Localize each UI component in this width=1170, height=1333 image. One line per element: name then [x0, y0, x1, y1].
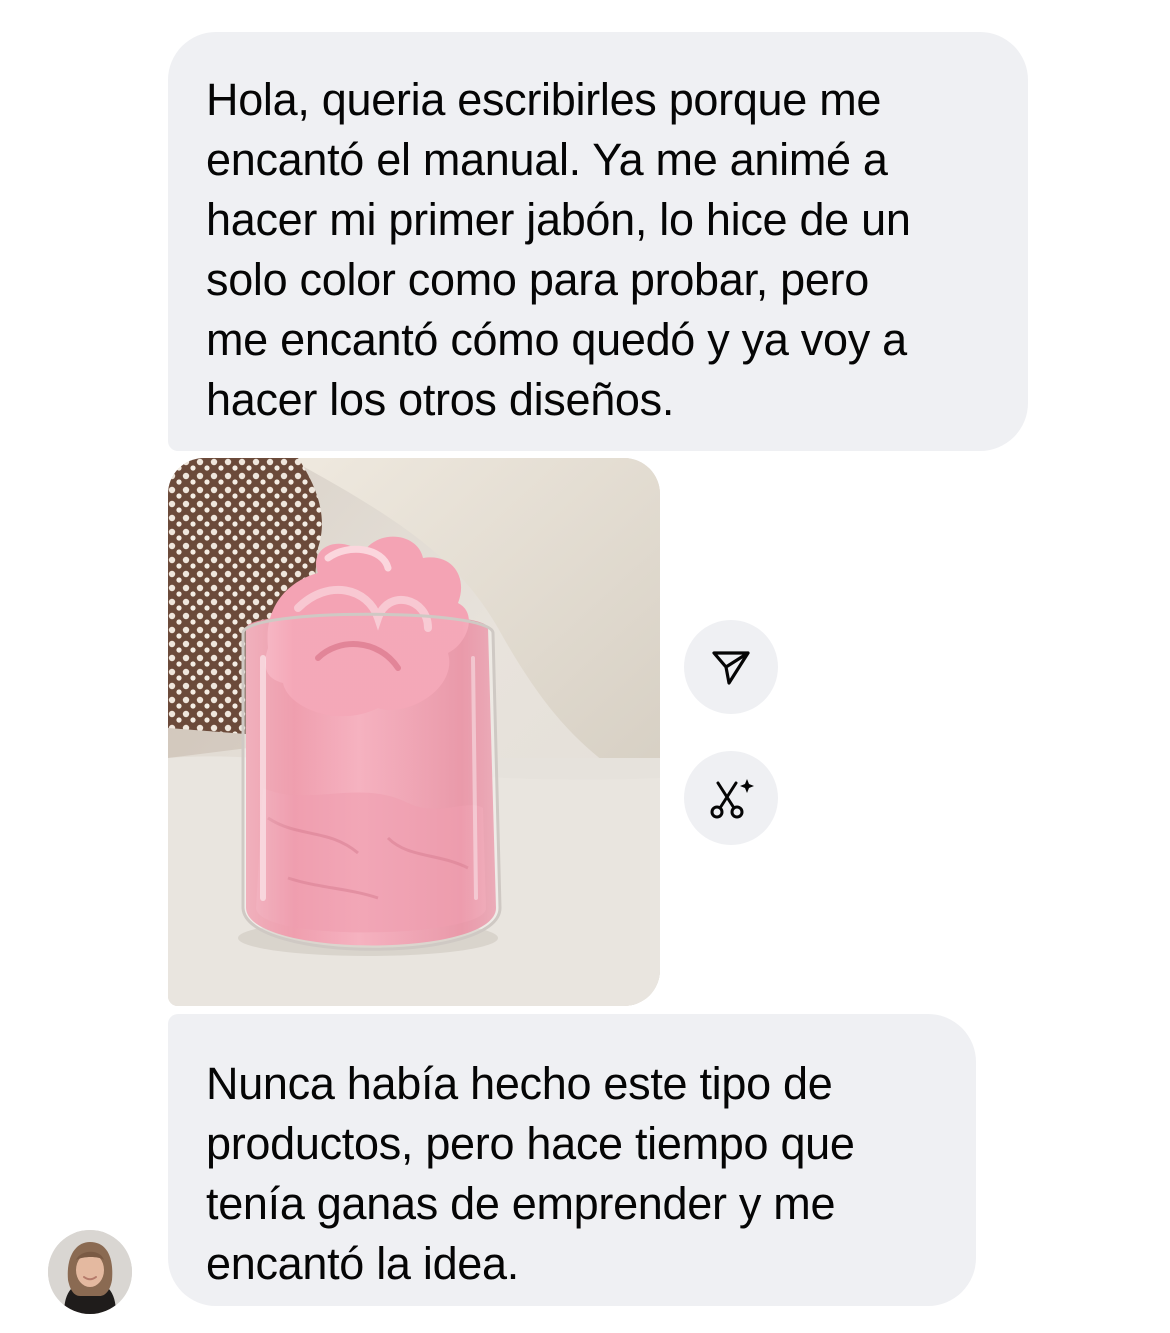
paper-plane-icon — [712, 651, 750, 685]
scissors-sparkle-icon — [710, 779, 754, 819]
soap-jar-photo — [168, 458, 660, 1006]
sender-avatar[interactable] — [48, 1230, 132, 1314]
cutout-button[interactable] — [684, 751, 778, 845]
message-bubble-1[interactable]: Hola, queria escribirles porque me encan… — [168, 32, 1028, 451]
share-button[interactable] — [684, 620, 778, 714]
message-bubble-2[interactable]: Nunca había hecho este tipo de productos… — [168, 1014, 976, 1306]
message-line: solo color como para probar, pero — [206, 254, 869, 305]
avatar-photo — [48, 1230, 132, 1314]
message-line: Nunca había hecho este tipo de — [206, 1058, 833, 1109]
message-line: encantó el manual. Ya me animé a — [206, 134, 888, 185]
message-line: me encantó cómo quedó y ya voy a — [206, 314, 907, 365]
message-line: productos, pero hace tiempo que — [206, 1118, 855, 1169]
photo-message[interactable] — [168, 458, 660, 1006]
message-line: hacer mi primer jabón, lo hice de un — [206, 194, 911, 245]
message-line: encantó la idea. — [206, 1238, 519, 1289]
message-line: Hola, queria escribirles porque me — [206, 74, 882, 125]
message-line: tenía ganas de emprender y me — [206, 1178, 836, 1229]
chat-thread: Hola, queria escribirles porque me encan… — [0, 0, 1170, 1333]
message-line: hacer los otros diseños. — [206, 374, 675, 425]
